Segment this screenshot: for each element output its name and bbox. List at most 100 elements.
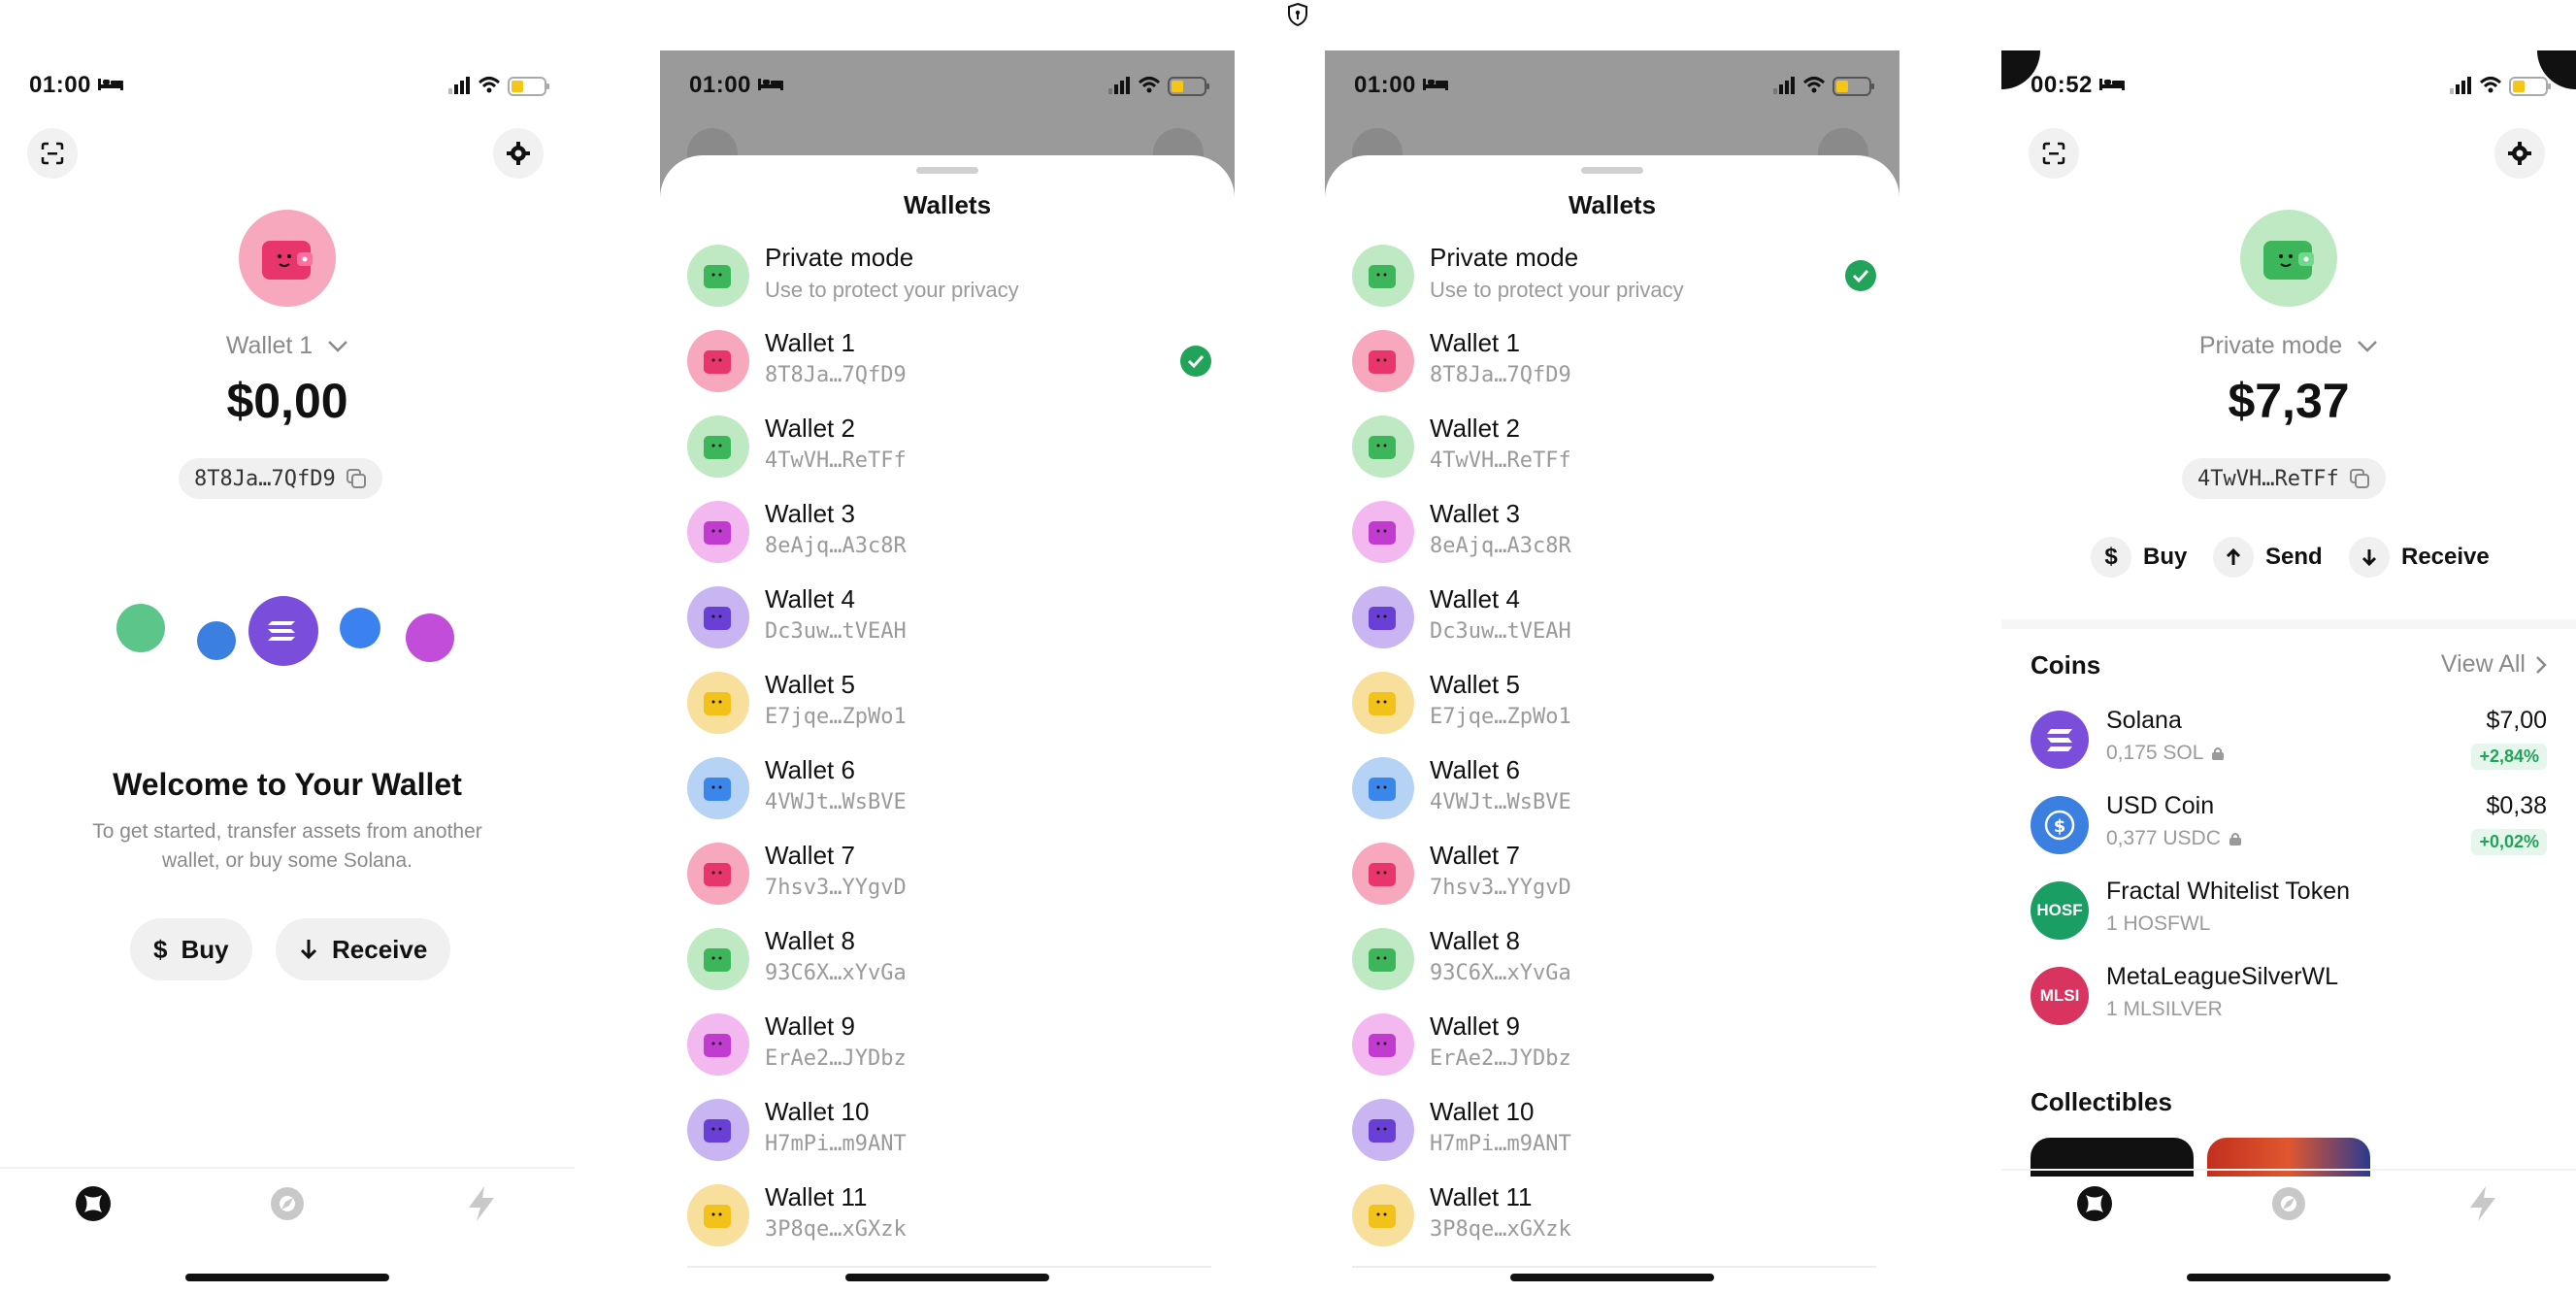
wallet-name: Wallet 3 bbox=[765, 499, 855, 528]
wallet-row-private[interactable]: Private mode Use to protect your privacy bbox=[1352, 235, 1876, 320]
welcome-text: To get started, transfer assets from ano… bbox=[92, 820, 482, 872]
tab-explore[interactable] bbox=[2267, 1182, 2310, 1225]
wallet-row[interactable]: Wallet 2 4TwVH…ReTFf bbox=[687, 406, 1211, 491]
wallet-row[interactable]: Wallet 6 4VWJt…WsBVE bbox=[1352, 747, 1876, 833]
tab-wallet[interactable] bbox=[72, 1182, 115, 1225]
buy-button[interactable]: $ Buy bbox=[130, 918, 252, 980]
list-divider bbox=[1352, 1266, 1876, 1268]
wallet-row[interactable]: Wallet 8 93C6X…xYvGa bbox=[687, 918, 1211, 1004]
tab-activity[interactable] bbox=[2461, 1182, 2504, 1225]
section-divider bbox=[2001, 619, 2576, 629]
wallet-name: Wallet 2 bbox=[1430, 414, 1520, 443]
address-text: 8T8Ja…7QfD9 bbox=[194, 466, 336, 491]
wallet-row[interactable]: Wallet 10 H7mPi…m9ANT bbox=[687, 1089, 1211, 1175]
coin-row[interactable]: HOSF Fractal Whitelist Token 1 HOSFWL bbox=[2031, 876, 2547, 953]
bed-icon bbox=[2098, 75, 2126, 97]
coin-change: +0,02% bbox=[2471, 829, 2547, 855]
wallet-address: 4TwVH…ReTFf bbox=[1430, 448, 1571, 473]
collectible-thumb[interactable] bbox=[2031, 1138, 2194, 1177]
wallet-name: Wallet 2 bbox=[765, 414, 855, 443]
wallet-row[interactable]: Wallet 2 4TwVH…ReTFf bbox=[1352, 406, 1876, 491]
coin-row[interactable]: Solana 0,175 SOL $7,00 +2,84% bbox=[2031, 705, 2547, 782]
scan-button[interactable] bbox=[2029, 128, 2079, 179]
tab-wallet[interactable] bbox=[2073, 1182, 2116, 1225]
wallet-row[interactable]: Wallet 11 3P8qe…xGXzk bbox=[1352, 1175, 1876, 1260]
wallet-name: Wallet 11 bbox=[765, 1182, 868, 1211]
wallet-row-private[interactable]: Private mode Use to protect your privacy bbox=[687, 235, 1211, 320]
wallet-name: Wallet 1 bbox=[225, 332, 314, 359]
bed-icon bbox=[1422, 75, 1449, 97]
wallet-row[interactable]: Wallet 3 8eAjq…A3c8R bbox=[687, 491, 1211, 577]
coin-name: Fractal Whitelist Token bbox=[2106, 878, 2351, 905]
scan-button[interactable] bbox=[27, 128, 78, 179]
sheet-grabber[interactable] bbox=[916, 167, 978, 174]
wallet-row[interactable]: Wallet 9 ErAe2…JYDbz bbox=[1352, 1004, 1876, 1089]
wallet-row[interactable]: Wallet 11 3P8qe…xGXzk bbox=[687, 1175, 1211, 1260]
receive-button[interactable]: Receive bbox=[276, 918, 451, 980]
wallet-selector[interactable]: Private mode bbox=[2001, 332, 2576, 360]
collectible-thumb[interactable] bbox=[2207, 1138, 2370, 1177]
wallet-avatar-icon bbox=[1352, 586, 1414, 648]
wallet-row[interactable]: Wallet 6 4VWJt…WsBVE bbox=[687, 747, 1211, 833]
wallet-row[interactable]: Wallet 10 H7mPi…m9ANT bbox=[1352, 1089, 1876, 1175]
settings-button[interactable] bbox=[493, 128, 544, 179]
view-all-link[interactable]: View All bbox=[2441, 650, 2547, 679]
wallet-row[interactable]: Wallet 9 ErAe2…JYDbz bbox=[687, 1004, 1211, 1089]
buy-label: Buy bbox=[181, 934, 229, 964]
address-copy-pill[interactable]: 8T8Ja…7QfD9 bbox=[179, 458, 382, 499]
coin-row[interactable]: MLSI MetaLeagueSilverWL 1 MLSILVER bbox=[2031, 961, 2547, 1039]
status-icons bbox=[1771, 74, 1878, 97]
send-label: Send bbox=[2265, 544, 2323, 570]
chevron-down-icon bbox=[2358, 341, 2378, 352]
phone-wallet-sheet-2: 01:00 Wallets Private mode Use to protec… bbox=[1325, 50, 1899, 1293]
arrow-down-icon bbox=[2349, 537, 2390, 578]
collectibles-title: Collectibles bbox=[2031, 1087, 2172, 1116]
wallet-address: H7mPi…m9ANT bbox=[1430, 1132, 1571, 1156]
wallet-row[interactable]: Wallet 5 E7jqe…ZpWo1 bbox=[687, 662, 1211, 747]
wallet-tab-icon bbox=[76, 1186, 111, 1221]
coin-name: MetaLeagueSilverWL bbox=[2106, 963, 2339, 990]
wallet-selector[interactable]: Wallet 1 bbox=[0, 332, 575, 360]
wallet-row[interactable]: Wallet 1 8T8Ja…7QfD9 bbox=[1352, 320, 1876, 406]
wallet-name: Wallet 8 bbox=[765, 926, 855, 955]
arrow-down-icon bbox=[300, 940, 317, 960]
status-icons bbox=[2448, 74, 2555, 97]
wallet-tab-icon bbox=[2077, 1186, 2112, 1221]
wallet-address: 4VWJt…WsBVE bbox=[1430, 790, 1571, 814]
wallet-row[interactable]: Wallet 4 Dc3uw…tVEAH bbox=[687, 577, 1211, 662]
address-copy-pill[interactable]: 4TwVH…ReTFf bbox=[2182, 458, 2386, 499]
coin-row[interactable]: $ USD Coin 0,377 USDC $0,38 +0,02% bbox=[2031, 790, 2547, 868]
wallet-row[interactable]: Wallet 3 8eAjq…A3c8R bbox=[1352, 491, 1876, 577]
view-all-label: View All bbox=[2440, 650, 2526, 678]
settings-button[interactable] bbox=[2494, 128, 2545, 179]
wallet-avatar-icon bbox=[1352, 501, 1414, 563]
wallet-row[interactable]: Wallet 7 7hsv3…YYgvD bbox=[1352, 833, 1876, 918]
wallet-row[interactable]: Wallet 7 7hsv3…YYgvD bbox=[687, 833, 1211, 918]
wallet-address: 8eAjq…A3c8R bbox=[765, 534, 907, 558]
send-button[interactable]: Send bbox=[2213, 534, 2323, 580]
wallet-address: 3P8qe…xGXzk bbox=[765, 1217, 907, 1242]
wallet-address: H7mPi…m9ANT bbox=[765, 1132, 907, 1156]
phone-wallet-empty: 01:00 Wallet 1 $0,00 8T8Ja…7QfD9 Welcome… bbox=[0, 50, 575, 1293]
status-bar: 01:00 bbox=[660, 50, 1235, 124]
receive-button[interactable]: Receive bbox=[2349, 534, 2490, 580]
wallet-row[interactable]: Wallet 5 E7jqe…ZpWo1 bbox=[1352, 662, 1876, 747]
wallets-sheet: Wallets Private mode Use to protect your… bbox=[660, 155, 1235, 1293]
wallet-avatar-icon bbox=[687, 672, 749, 734]
tabbar-divider bbox=[0, 1167, 575, 1169]
selected-check-icon bbox=[1845, 260, 1876, 291]
wallet-row[interactable]: Wallet 8 93C6X…xYvGa bbox=[1352, 918, 1876, 1004]
tab-explore[interactable] bbox=[266, 1182, 309, 1225]
home-indicator bbox=[2187, 1274, 2391, 1281]
tab-activity[interactable] bbox=[460, 1182, 503, 1225]
buy-button[interactable]: $ Buy bbox=[2091, 534, 2187, 580]
wallet-row[interactable]: Wallet 4 Dc3uw…tVEAH bbox=[1352, 577, 1876, 662]
solana-token-icon bbox=[248, 596, 318, 666]
wallet-avatar-icon bbox=[687, 586, 749, 648]
wallet-address: Dc3uw…tVEAH bbox=[765, 619, 907, 644]
wallet-row[interactable]: Wallet 1 8T8Ja…7QfD9 bbox=[687, 320, 1211, 406]
wallet-avatar-icon bbox=[687, 843, 749, 905]
lightning-icon bbox=[469, 1186, 494, 1221]
wallet-avatar-icon bbox=[1352, 245, 1414, 307]
sheet-grabber[interactable] bbox=[1581, 167, 1643, 174]
